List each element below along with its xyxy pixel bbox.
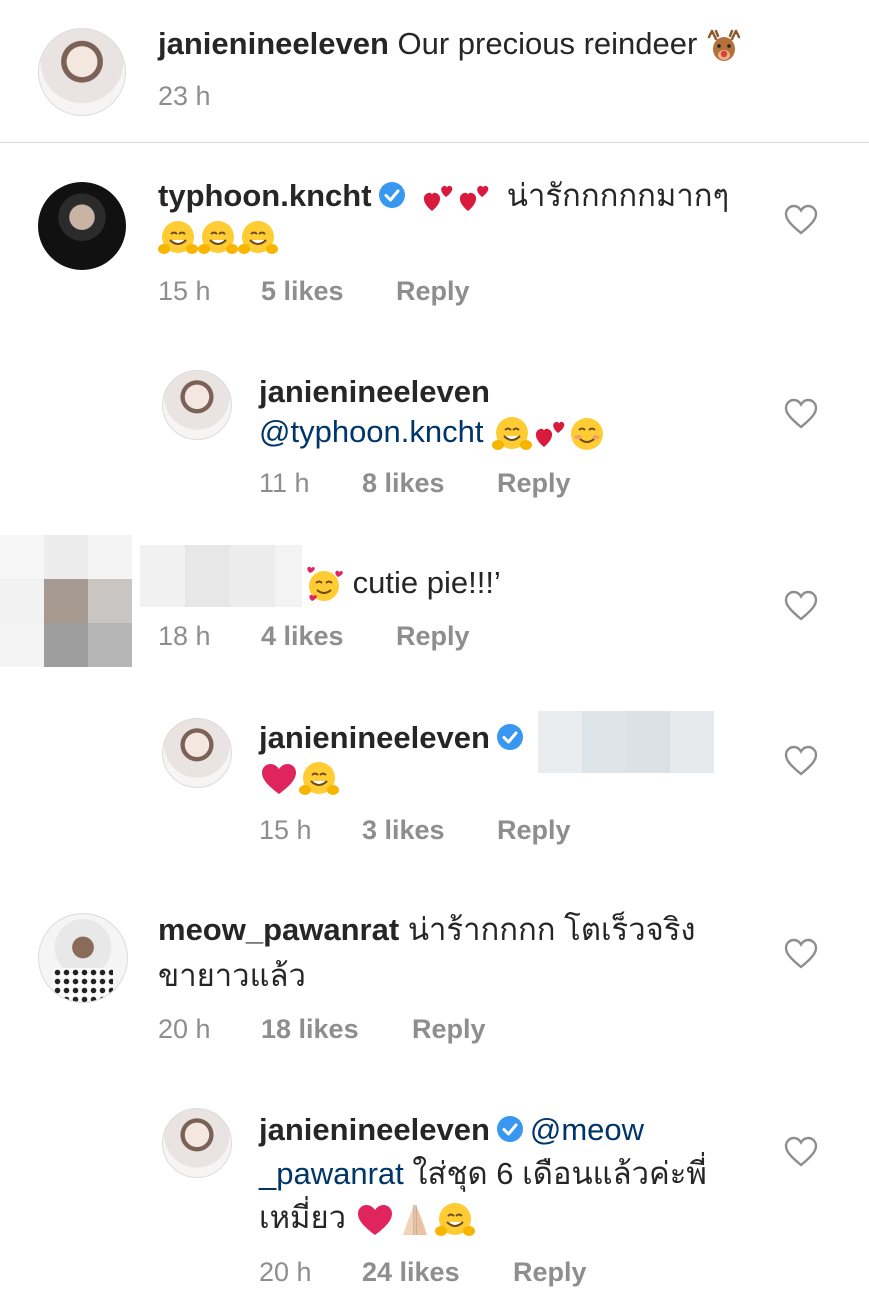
two-hearts-emoji: [460, 185, 489, 211]
caption-time: 23 h: [158, 81, 211, 111]
like-heart-icon[interactable]: [784, 745, 818, 777]
like-heart-icon[interactable]: [784, 590, 818, 622]
reply-button[interactable]: Reply: [497, 814, 571, 846]
reply-username[interactable]: janienineeleven: [259, 720, 490, 755]
folded-hands-emoji: [402, 1204, 427, 1235]
blurred-mention[interactable]: [538, 711, 714, 773]
reply-emojis: [259, 760, 339, 798]
comment-body: cutie pie!!!’: [352, 565, 501, 600]
comment-text: typhoon.kncht น่ารักกกกกมากๆ: [158, 176, 778, 257]
reply-time: 11 h: [259, 468, 310, 498]
comment-username[interactable]: meow_pawanrat: [158, 912, 399, 947]
blurred-avatar[interactable]: [0, 535, 132, 667]
reply-mention-part2[interactable]: _pawanrat: [259, 1156, 404, 1191]
reply-time: 15 h: [259, 815, 312, 845]
comment-body: น่ารักกกกกมากๆ: [506, 178, 730, 213]
reply-mention[interactable]: @typhoon.kncht: [259, 414, 484, 449]
reply-button[interactable]: Reply: [497, 467, 571, 499]
reply-avatar-janie[interactable]: [162, 1108, 232, 1178]
hug-emojis: [158, 218, 278, 254]
comment-username[interactable]: typhoon.kncht: [158, 178, 372, 213]
comment-text: meow_pawanrat น่าร้ากกกก โตเร็วจริง ขายา…: [158, 910, 758, 1002]
reply-button[interactable]: Reply: [396, 620, 470, 652]
reply-username[interactable]: janienineeleven: [259, 374, 490, 409]
comment-likes[interactable]: 4 likes: [261, 620, 344, 652]
comment-time: 20 h: [158, 1014, 211, 1044]
red-heart-emoji: [262, 764, 296, 794]
like-heart-icon[interactable]: [784, 1136, 818, 1168]
comment-avatar-meow[interactable]: [38, 913, 128, 1003]
comment-body-line1: น่าร้ากกกก โตเร็วจริง: [407, 912, 696, 947]
reply-avatar-janie[interactable]: [162, 718, 232, 788]
two-hearts-emoji: [424, 185, 453, 211]
comment-time: 15 h: [158, 276, 211, 306]
comment-likes[interactable]: 5 likes: [261, 275, 344, 307]
comment-body-line2: ขายาวแล้ว: [158, 958, 306, 993]
smiling-face-emoji: [571, 417, 604, 450]
two-hearts-emoji: [536, 421, 565, 447]
reply-mention-part1[interactable]: @meow: [530, 1112, 644, 1147]
reply-time: 20 h: [259, 1257, 312, 1287]
comment-likes[interactable]: 18 likes: [261, 1013, 359, 1045]
caption-body: Our precious reindeer: [397, 26, 698, 61]
like-heart-icon[interactable]: [784, 938, 818, 970]
reply-avatar-janie[interactable]: [162, 370, 232, 440]
reply-body-line2: ใส่ชุด 6 เดือนแล้วค่ะพี่: [412, 1156, 707, 1191]
verified-badge-icon: [496, 724, 523, 750]
red-heart-emoji: [357, 1204, 392, 1235]
hugging-face-emoji: [158, 220, 198, 254]
comment-time: 18 h: [158, 621, 211, 651]
reply-text: janienineeleven @meow _pawanrat ใส่ชุด 6 …: [259, 1108, 759, 1240]
hugging-face-emoji: [434, 1202, 475, 1236]
comment-avatar-typhoon[interactable]: [38, 182, 126, 270]
reply-body-line3: เหมี่ยว: [259, 1200, 347, 1235]
reply-likes[interactable]: 3 likes: [362, 814, 445, 846]
caption-text: janienineeleven Our precious reindeer: [158, 24, 742, 65]
caption-divider: [0, 142, 869, 143]
verified-badge-icon: [496, 1116, 523, 1142]
hugging-face-emoji: [492, 416, 533, 450]
hugging-face-emoji: [198, 220, 238, 254]
reply-likes[interactable]: 24 likes: [362, 1256, 460, 1288]
like-heart-icon[interactable]: [784, 398, 818, 430]
smiling-face-with-hearts-emoji: [307, 566, 343, 601]
reply-username[interactable]: janienineeleven: [259, 1112, 490, 1147]
reply-button[interactable]: Reply: [396, 275, 470, 307]
caption-username[interactable]: janienineeleven: [158, 26, 389, 61]
hugging-face-emoji: [299, 762, 339, 795]
like-heart-icon[interactable]: [784, 204, 818, 236]
comment-text: cutie pie!!!’: [304, 563, 501, 605]
hugging-face-emoji: [238, 220, 278, 254]
reply-button[interactable]: Reply: [513, 1256, 587, 1288]
blurred-username[interactable]: [140, 545, 302, 607]
reply-button[interactable]: Reply: [412, 1013, 486, 1045]
reindeer-emoji: [707, 29, 741, 61]
caption-avatar[interactable]: [38, 28, 126, 116]
reply-text: janienineeleven @typhoon.kncht: [259, 372, 759, 453]
verified-badge-icon: [378, 182, 405, 208]
reply-likes[interactable]: 8 likes: [362, 467, 445, 499]
